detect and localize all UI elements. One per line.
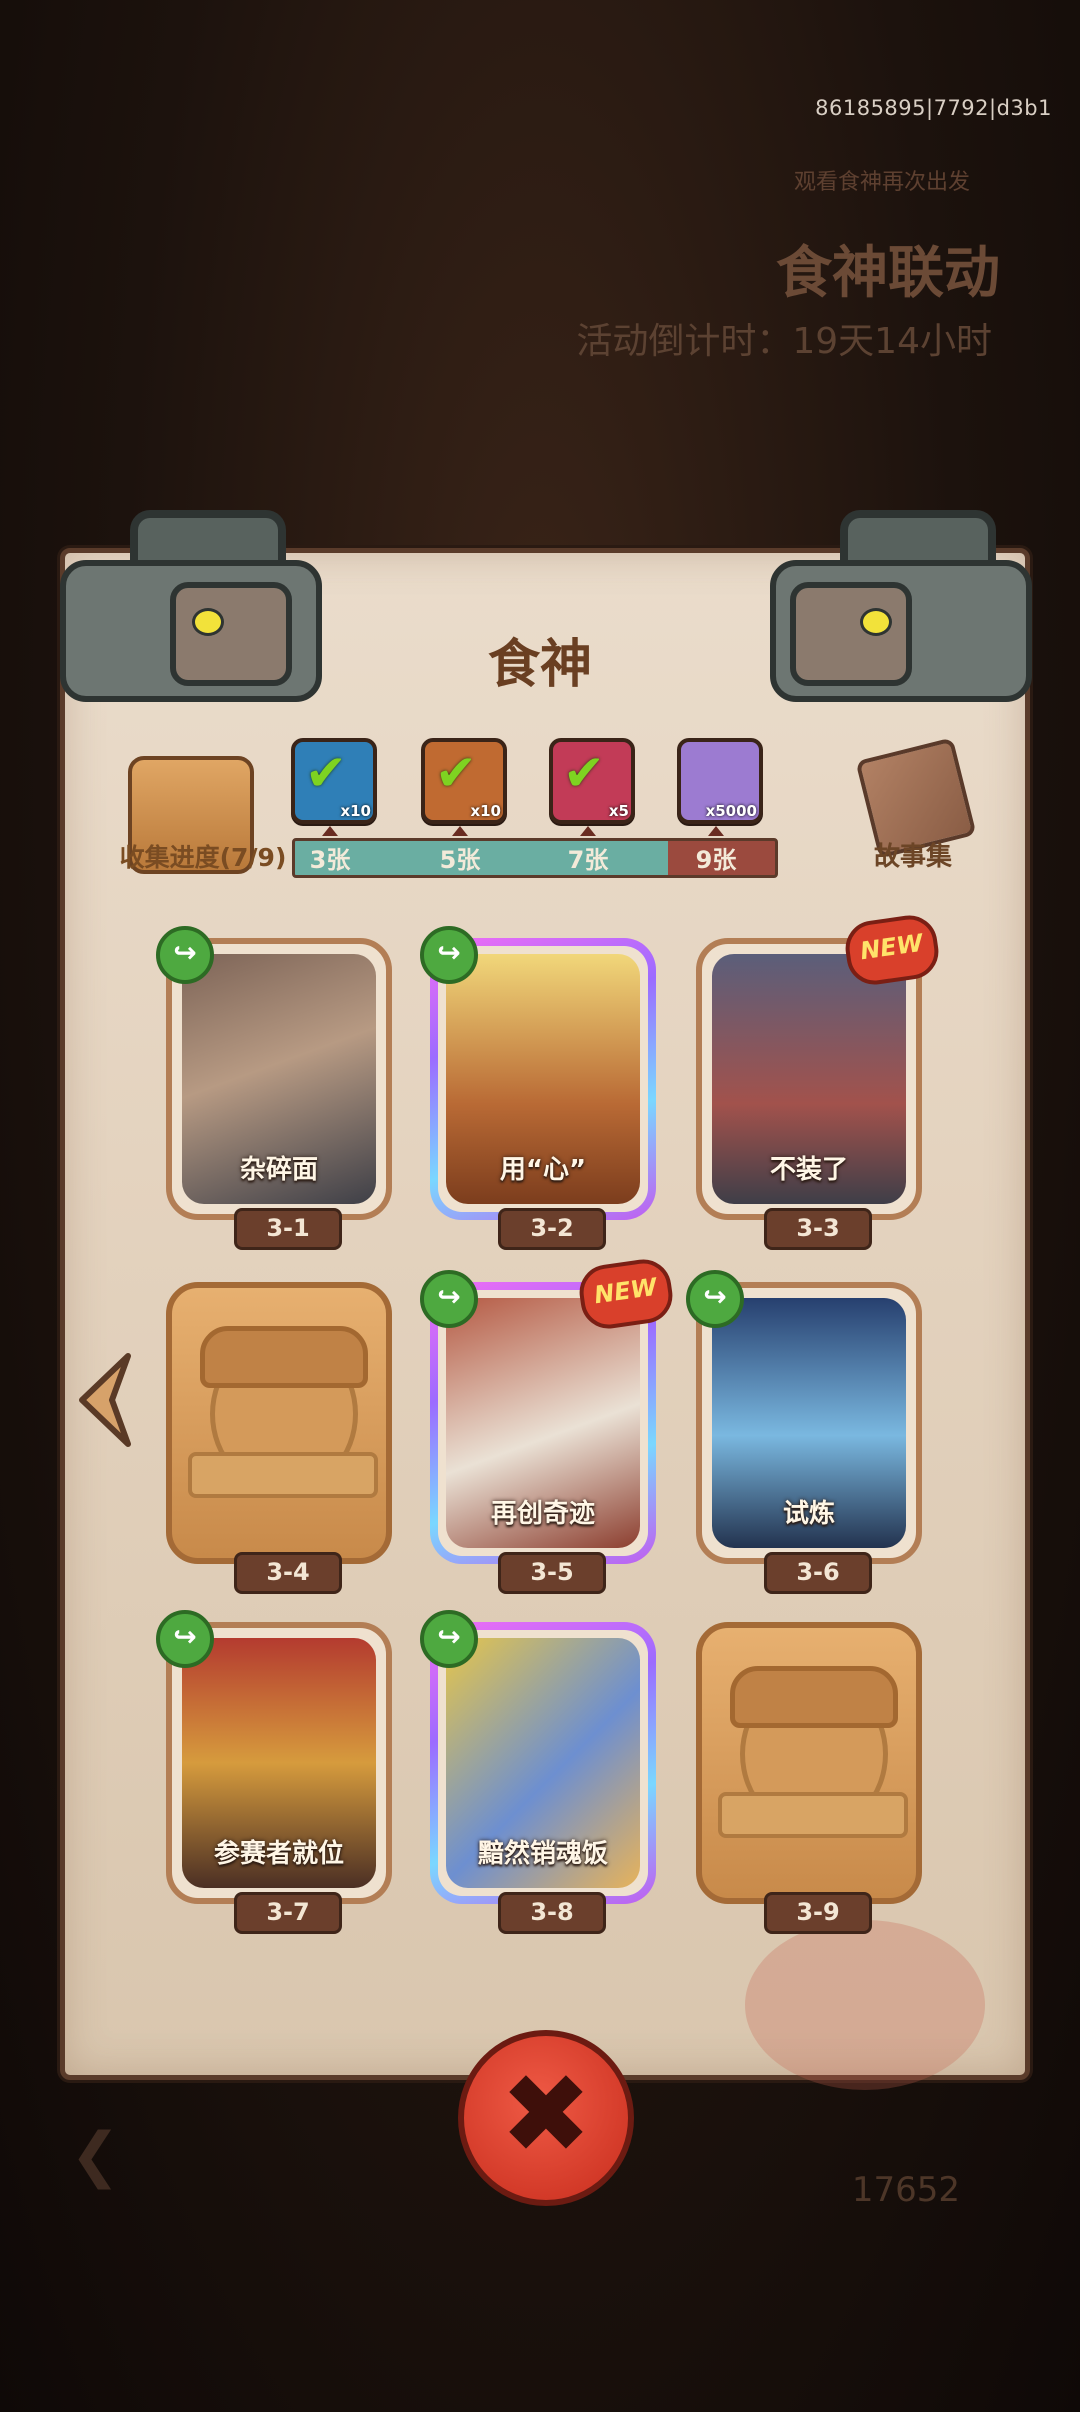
card-title: 不装了: [769, 1155, 848, 1185]
card-number-tag: 3-2: [498, 1208, 606, 1250]
share-icon[interactable]: ↪: [420, 1610, 478, 1668]
milestone-marker: [580, 826, 596, 836]
story-collection-label[interactable]: 故事集: [858, 836, 968, 873]
card-number-tag: 3-7: [234, 1892, 342, 1934]
reward-quantity: x5: [608, 802, 629, 820]
card-number-tag: 3-4: [234, 1552, 342, 1594]
story-card-4[interactable]: 3-4: [166, 1282, 392, 1594]
milestone-reward-1[interactable]: ✔ x10: [291, 738, 377, 824]
milestone-marker: [452, 826, 468, 836]
story-card-7[interactable]: 参赛者就位 3-7 ↪: [156, 1610, 392, 1934]
background-coin-count: 17652: [851, 2170, 960, 2210]
share-icon[interactable]: ↪: [420, 926, 478, 984]
check-icon: ✔: [305, 744, 347, 802]
share-icon[interactable]: ↪: [686, 1270, 744, 1328]
milestone-reward-2[interactable]: ✔ x10: [421, 738, 507, 824]
milestone-marker: [322, 826, 338, 836]
wax-stamp: [745, 1920, 985, 2090]
story-card-1[interactable]: 杂碎面 3-1 ↪: [156, 926, 392, 1250]
story-card-6[interactable]: 试炼 3-6 ↪: [686, 1270, 922, 1594]
locked-card-emblem: [200, 1326, 368, 1388]
story-card-9[interactable]: 3-9: [696, 1622, 922, 1934]
check-icon: ✔: [435, 744, 477, 802]
collection-progress-label: 收集进度(7/9): [119, 843, 287, 872]
card-number-tag: 3-5: [498, 1552, 606, 1594]
debug-id: 86185895|7792|d3b1: [815, 96, 1052, 120]
milestone-reward-3[interactable]: ✔ x5: [549, 738, 635, 824]
check-icon: ✔: [563, 744, 605, 802]
reward-quantity: x10: [340, 802, 371, 820]
story-card-8[interactable]: 黯然销魂饭 3-8 ↪: [420, 1610, 656, 1934]
card-title: 杂碎面: [239, 1155, 318, 1185]
reward-quantity: x5000: [705, 802, 757, 820]
card-number-tag: 3-1: [234, 1208, 342, 1250]
story-card-2[interactable]: 用“心” 3-2 ↪: [420, 926, 656, 1250]
background-event-title: 食神联动: [776, 241, 1000, 306]
locked-card-emblem: [188, 1452, 378, 1498]
background-countdown: 活动倒计时：19天14小时: [576, 321, 992, 362]
milestone-count: 3张: [309, 846, 351, 874]
reward-quantity: x10: [470, 802, 501, 820]
locked-card-emblem: [718, 1792, 908, 1838]
card-number-tag: 3-9: [764, 1892, 872, 1934]
card-title: 试炼: [782, 1499, 835, 1529]
milestone-count: 9张: [695, 846, 737, 874]
story-card-3[interactable]: 不装了 3-3 NEW: [696, 911, 943, 1250]
locked-card-emblem: [730, 1666, 898, 1728]
share-icon[interactable]: ↪: [156, 926, 214, 984]
card-title: 黯然销魂饭: [477, 1839, 608, 1869]
milestone-count: 5张: [439, 846, 481, 874]
milestone-marker: [708, 826, 724, 836]
card-number-tag: 3-6: [764, 1552, 872, 1594]
share-icon[interactable]: ↪: [420, 1270, 478, 1328]
close-button[interactable]: ✖: [458, 2030, 634, 2206]
background-back-arrow: ❮: [70, 2120, 121, 2190]
card-title: 参赛者就位: [213, 1839, 344, 1869]
card-title: 再创奇迹: [490, 1499, 595, 1529]
panel-title: 食神: [487, 635, 592, 695]
card-number-tag: 3-3: [764, 1208, 872, 1250]
story-card-5[interactable]: 再创奇迹 3-5 ↪ NEW: [420, 1255, 677, 1594]
card-number-tag: 3-8: [498, 1892, 606, 1934]
milestone-count: 7张: [567, 846, 609, 874]
previous-page-arrow[interactable]: [72, 1350, 136, 1450]
card-title: 用“心”: [499, 1155, 587, 1185]
share-icon[interactable]: ↪: [156, 1610, 214, 1668]
background-subtitle: 观看食神再次出发: [793, 170, 970, 195]
milestone-reward-4[interactable]: x5000: [677, 738, 763, 824]
